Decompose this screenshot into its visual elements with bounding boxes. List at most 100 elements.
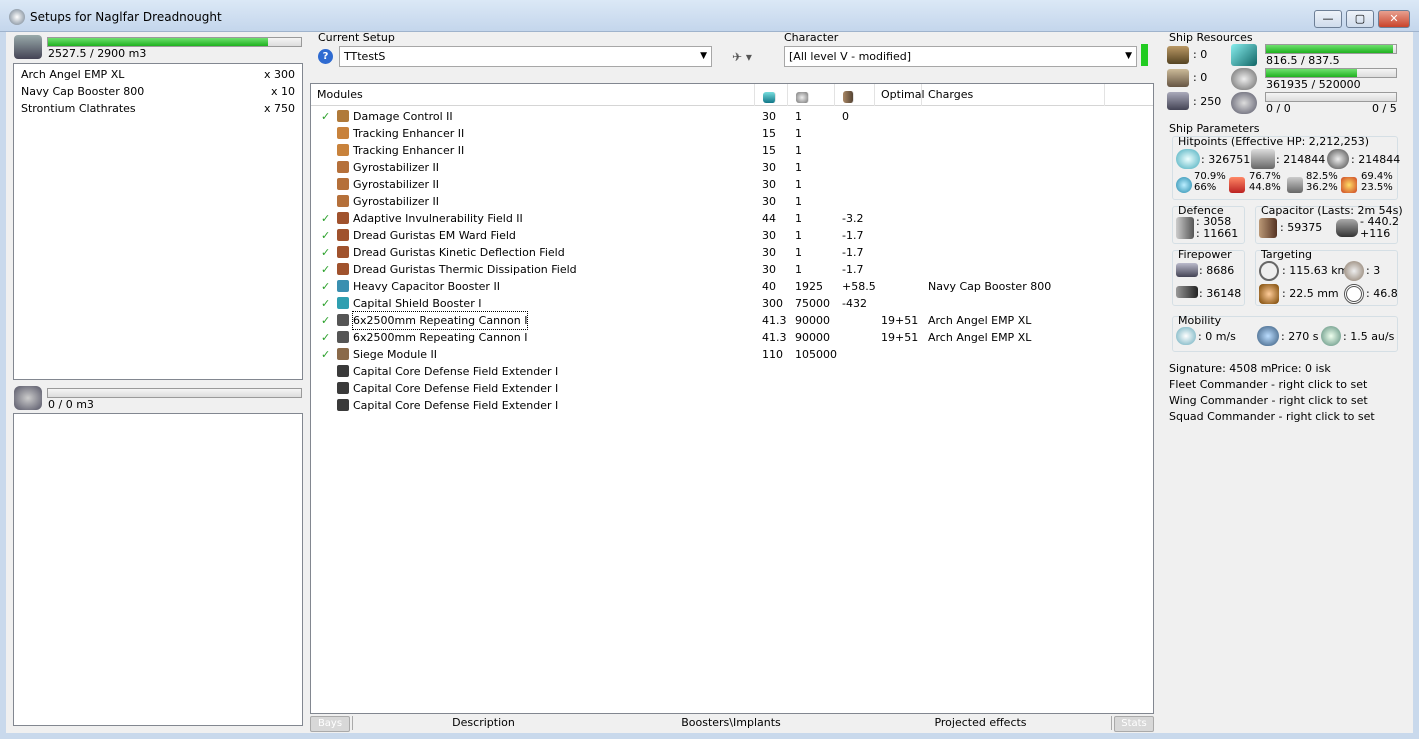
module-rows: ✓ Damage Control II 30 1 0 Tracking Enhancer … — [311, 108, 1153, 708]
module-row[interactable]: Capital Core Defense Field Extender I — [311, 380, 1151, 397]
tab-stats[interactable]: Stats — [1114, 716, 1154, 732]
module-icon — [337, 178, 349, 190]
charges-column-header[interactable]: Charges — [922, 84, 1105, 106]
firepower-volley: : 36148 — [1199, 287, 1242, 300]
module-name: Tracking Enhancer II — [353, 127, 465, 140]
module-row[interactable]: Tracking Enhancer II 15 1 — [311, 125, 1151, 142]
sensor-strength-icon — [1344, 284, 1364, 304]
module-optimal: 19+51 — [881, 331, 919, 344]
cpu-icon — [763, 92, 776, 103]
window-title-bar: Setups for Naglfar Dreadnought — ▢ ✕ — [0, 0, 1419, 32]
modules-column-header[interactable]: Modules — [311, 84, 755, 106]
tab-boosters-implants[interactable]: Boosters\Implants — [616, 716, 846, 730]
module-capacitor: +58.5 — [842, 280, 876, 293]
em-resist-value: 66% — [1194, 182, 1217, 193]
module-row[interactable]: ✓ 6x2500mm Repeating Cannon I 41.3 90000 19+… — [311, 329, 1151, 346]
module-row[interactable]: ✓ Dread Guristas EM Ward Field 30 1 -1.7 — [311, 227, 1151, 244]
module-row[interactable]: Tracking Enhancer II 15 1 — [311, 142, 1151, 159]
capacitor-delta-recharge: +116 — [1360, 227, 1391, 240]
module-powergrid: 1925 — [795, 280, 823, 293]
maximize-button[interactable]: ▢ — [1346, 10, 1374, 28]
character-select[interactable]: [All level V - modified] ▼ — [784, 46, 1137, 67]
tab-bays[interactable]: Bays — [310, 716, 350, 732]
active-check-icon: ✓ — [321, 348, 331, 361]
active-check-icon: ✓ — [321, 229, 331, 242]
module-powergrid: 1 — [795, 212, 802, 225]
setup-tools-button[interactable]: ✈ ▾ — [724, 48, 760, 66]
cargo-item[interactable]: Navy Cap Booster 800 x 10 — [14, 83, 302, 100]
module-row[interactable]: ✓ Adaptive Invulnerability Field II 44 1 -3.… — [311, 210, 1151, 227]
module-row[interactable]: ✓ Dread Guristas Thermic Dissipation Fiel… — [311, 261, 1151, 278]
module-name: Dread Guristas Kinetic Deflection Field — [353, 246, 565, 259]
scan-resolution: : 22.5 mm — [1282, 287, 1339, 300]
thermal-resist-value: 76.7% — [1249, 171, 1281, 182]
module-row[interactable]: Gyrostabilizer II 30 1 — [311, 159, 1151, 176]
module-row[interactable]: ✓ Damage Control II 30 1 0 — [311, 108, 1151, 125]
em-resist-value: 70.9% — [1194, 171, 1226, 182]
module-name: Siege Module II — [353, 348, 438, 361]
cargo-item-name: Navy Cap Booster 800 — [21, 85, 145, 98]
module-name: Adaptive Invulnerability Field II — [353, 212, 523, 225]
hi-slot-value: : 0 — [1193, 48, 1208, 61]
module-powergrid: 75000 — [795, 297, 830, 310]
target-range: : 115.63 km — [1282, 264, 1349, 277]
squad-commander[interactable]: Squad Commander - right click to set — [1169, 410, 1375, 423]
setup-select[interactable]: TTtestS ▼ — [339, 46, 712, 67]
firepower-title: Firepower — [1178, 248, 1232, 261]
mobility-group: Mobility : 0 m/s : 270 s : 1.5 au/s — [1172, 314, 1398, 352]
module-icon — [337, 161, 349, 173]
module-row[interactable]: ✓ Siege Module II 110 105000 — [311, 346, 1151, 363]
cpu-bar — [1265, 44, 1397, 54]
optimal-column-header[interactable]: Optimal — [875, 84, 925, 106]
targeting-group: Targeting : 115.63 km : 3 : 22.5 mm : 46… — [1255, 248, 1398, 306]
max-targets-icon — [1344, 261, 1364, 281]
powergrid-column-header[interactable] — [788, 84, 835, 106]
align-time: : 270 s — [1281, 330, 1319, 343]
module-icon — [337, 348, 349, 360]
module-powergrid: 1 — [795, 263, 802, 276]
cargo-item[interactable]: Arch Angel EMP XL x 300 — [14, 66, 302, 83]
cargo-capacity-bar — [47, 37, 302, 47]
module-row[interactable]: Gyrostabilizer II 30 1 — [311, 193, 1151, 210]
tab-projected-effects[interactable]: Projected effects — [850, 716, 1112, 730]
module-cpu: 300 — [762, 297, 783, 310]
fleet-commander[interactable]: Fleet Commander - right click to set — [1169, 378, 1367, 391]
drone-list[interactable] — [13, 413, 303, 726]
module-row[interactable]: ✓ Capital Shield Booster I 300 75000 -432 — [311, 295, 1151, 312]
module-row[interactable]: ✓ Dread Guristas Kinetic Deflection Field… — [311, 244, 1151, 261]
module-powergrid: 1 — [795, 229, 802, 242]
help-icon[interactable]: ? — [318, 49, 333, 64]
warp-speed-icon — [1321, 326, 1341, 346]
module-row[interactable]: Capital Core Defense Field Extender I — [311, 363, 1151, 380]
module-row[interactable]: Gyrostabilizer II 30 1 — [311, 176, 1151, 193]
modules-table[interactable]: Modules Optimal Charges ✓ Damage Control … — [310, 83, 1154, 714]
module-cpu: 30 — [762, 178, 776, 191]
module-name: 6x2500mm Repeating Cannon I — [351, 311, 529, 330]
module-icon — [337, 365, 349, 377]
capacitor-column-header[interactable] — [835, 84, 875, 106]
module-name: Capital Core Defense Field Extender I — [353, 399, 559, 412]
module-row[interactable]: ✓ 6x2500mm Repeating Cannon I 41.3 90000 19+… — [311, 311, 1151, 330]
calibration-value: : 250 — [1193, 95, 1222, 108]
cpu-column-header[interactable] — [755, 84, 788, 106]
cargo-item[interactable]: Strontium Clathrates x 750 — [14, 100, 302, 117]
hull-icon — [1327, 149, 1349, 169]
cargo-list[interactable]: Arch Angel EMP XL x 300 Navy Cap Booster … — [13, 63, 303, 380]
ship-parameters-title: Ship Parameters — [1169, 122, 1260, 135]
tab-description[interactable]: Description — [352, 716, 614, 730]
shield-hp: : 326751 — [1201, 153, 1251, 166]
wing-commander[interactable]: Wing Commander - right click to set — [1169, 394, 1368, 407]
module-icon — [337, 110, 349, 122]
minimize-button[interactable]: — — [1314, 10, 1342, 28]
kinetic-resist-value: 36.2% — [1306, 182, 1338, 193]
module-capacitor: -432 — [842, 297, 867, 310]
active-check-icon: ✓ — [321, 280, 331, 293]
turret-dps-icon — [1176, 263, 1198, 277]
warp-speed: : 1.5 au/s — [1343, 330, 1395, 343]
cargo-capacity-fill — [48, 38, 269, 46]
target-range-icon — [1259, 261, 1279, 281]
module-charge: Navy Cap Booster 800 — [928, 280, 1052, 293]
close-button[interactable]: ✕ — [1378, 10, 1410, 28]
module-row[interactable]: ✓ Heavy Capacitor Booster II 40 1925 +58.5 Na… — [311, 278, 1151, 295]
module-row[interactable]: Capital Core Defense Field Extender I — [311, 397, 1151, 414]
